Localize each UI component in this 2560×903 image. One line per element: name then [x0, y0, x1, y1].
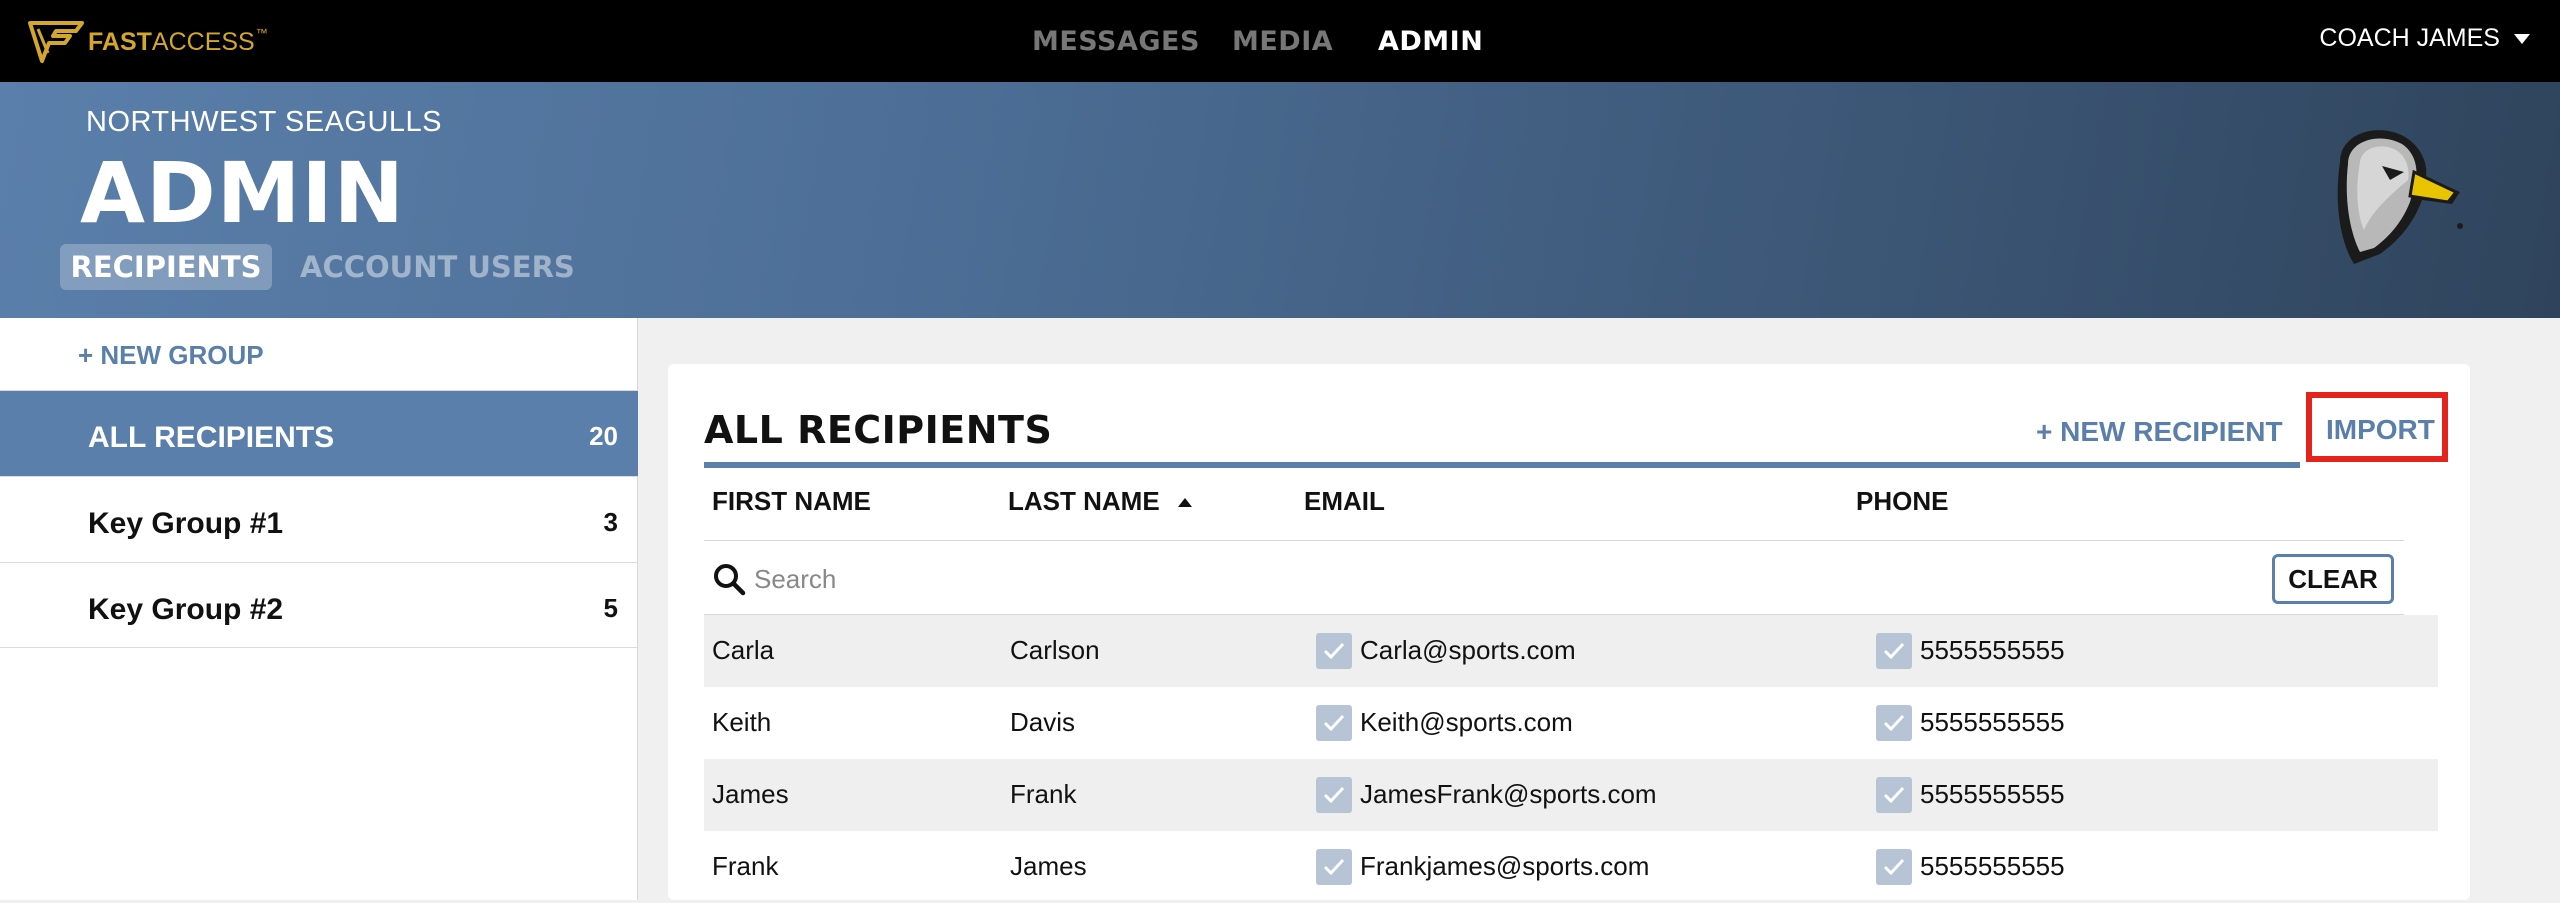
- email-cell: JamesFrank@sports.com: [1360, 779, 1657, 809]
- group-item-key-group-2[interactable]: Key Group #2 5: [0, 562, 638, 648]
- email-cell: Carla@sports.com: [1360, 635, 1576, 665]
- email-cell: Keith@sports.com: [1360, 707, 1573, 737]
- checkbox-checked-icon: [1883, 642, 1905, 660]
- nav-media[interactable]: MEDIA: [1232, 26, 1333, 57]
- email-checkbox[interactable]: [1316, 849, 1352, 885]
- last-name-cell: Carlson: [1010, 635, 1100, 665]
- search-icon: [714, 564, 746, 596]
- header-divider: [704, 540, 2404, 541]
- column-header-last-name[interactable]: LAST NAME: [1008, 486, 1192, 517]
- phone-cell: 5555555555: [1920, 779, 2065, 809]
- new-group-button[interactable]: + NEW GROUP: [78, 340, 264, 371]
- phone-cell: 5555555555: [1920, 851, 2065, 881]
- groups-sidebar: + NEW GROUP ALL RECIPIENTS 20 Key Group …: [0, 318, 638, 900]
- checkbox-checked-icon: [1323, 786, 1345, 804]
- fastaccess-logo-icon: [28, 21, 84, 63]
- last-name-cell: Davis: [1010, 707, 1076, 737]
- last-name-cell: Frank: [1010, 779, 1077, 809]
- group-label: Key Group #1: [88, 507, 284, 540]
- title-underline: [704, 462, 2300, 468]
- group-list: ALL RECIPIENTS 20 Key Group #1 3 Key Gro…: [0, 390, 638, 648]
- checkbox-checked-icon: [1883, 714, 1905, 732]
- table-row[interactable]: Carla Carlson Carla@sports.com 555555555…: [704, 615, 2438, 687]
- nav-messages[interactable]: MESSAGES: [1032, 26, 1200, 57]
- phone-checkbox[interactable]: [1876, 777, 1912, 813]
- email-cell: Frankjames@sports.com: [1360, 851, 1650, 881]
- column-header-email[interactable]: EMAIL: [1304, 486, 1385, 517]
- new-recipient-button[interactable]: + NEW RECIPIENT: [2036, 416, 2283, 448]
- phone-checkbox[interactable]: [1876, 633, 1912, 669]
- user-name: COACH JAMES: [2319, 24, 2500, 52]
- card-title: ALL RECIPIENTS: [704, 408, 1053, 452]
- phone-checkbox[interactable]: [1876, 705, 1912, 741]
- column-header-phone[interactable]: PHONE: [1856, 486, 1948, 517]
- import-button[interactable]: IMPORT: [2326, 414, 2435, 446]
- page-header: NORTHWEST SEAGULLS ADMIN RECIPIENTS ACCO…: [0, 82, 2560, 318]
- recipients-card: ALL RECIPIENTS + NEW RECIPIENT IMPORT FI…: [668, 364, 2470, 900]
- group-count: 20: [589, 421, 618, 451]
- clear-button[interactable]: CLEAR: [2272, 554, 2394, 604]
- brand-wordmark: FASTACCESS: [88, 27, 255, 56]
- table-row[interactable]: James Frank JamesFrank@sports.com 555555…: [704, 759, 2438, 831]
- nav-admin[interactable]: ADMIN: [1378, 26, 1483, 57]
- last-name-cell: James: [1010, 851, 1087, 881]
- team-name: NORTHWEST SEAGULLS: [86, 106, 443, 138]
- first-name-cell: Carla: [712, 635, 775, 665]
- trademark-mark: ™: [255, 26, 268, 40]
- group-label: ALL RECIPIENTS: [88, 421, 335, 454]
- fastaccess-logo[interactable]: FASTACCESS ™: [28, 20, 268, 64]
- tab-account-users[interactable]: ACCOUNT USERS: [300, 244, 575, 290]
- first-name-cell: Keith: [712, 707, 772, 737]
- top-navigation-bar: FASTACCESS ™ MESSAGES MEDIA ADMIN COACH …: [0, 0, 2560, 82]
- group-label: Key Group #2: [88, 593, 284, 626]
- caret-down-icon: [2514, 33, 2530, 44]
- email-checkbox[interactable]: [1316, 633, 1352, 669]
- group-count: 5: [603, 593, 618, 623]
- table-row[interactable]: Keith Davis Keith@sports.com 5555555555: [704, 687, 2438, 759]
- first-name-cell: Frank: [712, 851, 779, 881]
- checkbox-checked-icon: [1323, 642, 1345, 660]
- search-input[interactable]: [754, 558, 1954, 600]
- column-header-label: LAST NAME: [1008, 486, 1160, 516]
- seagull-mascot-icon: [2337, 130, 2463, 264]
- tab-recipients[interactable]: RECIPIENTS: [60, 244, 272, 290]
- sort-up-icon: [1177, 498, 1192, 507]
- checkbox-checked-icon: [1323, 714, 1345, 732]
- column-header-first-name[interactable]: FIRST NAME: [712, 486, 871, 517]
- search-row: CLEAR: [704, 544, 2404, 614]
- phone-cell: 5555555555: [1920, 635, 2065, 665]
- email-checkbox[interactable]: [1316, 705, 1352, 741]
- checkbox-checked-icon: [1323, 858, 1345, 876]
- checkbox-checked-icon: [1883, 786, 1905, 804]
- group-item-key-group-1[interactable]: Key Group #1 3: [0, 476, 638, 562]
- table-row[interactable]: Frank James Frankjames@sports.com 555555…: [704, 831, 2438, 903]
- phone-checkbox[interactable]: [1876, 849, 1912, 885]
- page-title: ADMIN: [80, 144, 405, 242]
- group-count: 3: [603, 507, 618, 537]
- group-item-all-recipients[interactable]: ALL RECIPIENTS 20: [0, 390, 638, 476]
- email-checkbox[interactable]: [1316, 777, 1352, 813]
- checkbox-checked-icon: [1883, 858, 1905, 876]
- phone-cell: 5555555555: [1920, 707, 2065, 737]
- first-name-cell: James: [712, 779, 789, 809]
- recipient-rows: Carla Carlson Carla@sports.com 555555555…: [704, 615, 2438, 903]
- user-menu[interactable]: COACH JAMES: [2319, 24, 2530, 53]
